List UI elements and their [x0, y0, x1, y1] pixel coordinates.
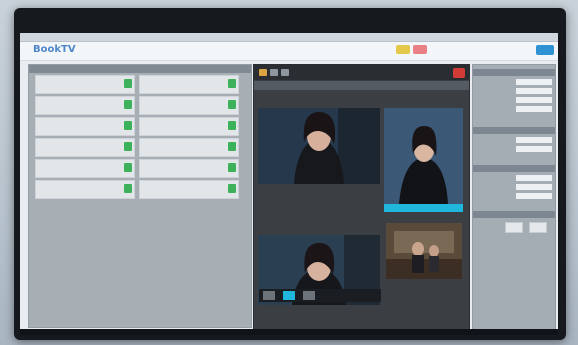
- settings-row[interactable]: [476, 175, 552, 182]
- app-screen: BookTV: [20, 33, 558, 329]
- guest-card[interactable]: [35, 159, 135, 178]
- guest-card[interactable]: [139, 159, 239, 178]
- check-icon[interactable]: [124, 142, 132, 151]
- record-icon[interactable]: [453, 68, 465, 78]
- row-value-field[interactable]: [516, 137, 552, 143]
- row-value-field[interactable]: [516, 184, 552, 190]
- bottom-bezel: [20, 329, 558, 335]
- row-value-field[interactable]: [516, 106, 552, 112]
- check-icon[interactable]: [228, 79, 236, 88]
- settings-section-header: [473, 69, 555, 76]
- video-toolbar: [254, 65, 469, 80]
- row-value-field[interactable]: [516, 175, 552, 181]
- settings-row[interactable]: [476, 79, 552, 86]
- check-icon[interactable]: [228, 100, 236, 109]
- settings-button[interactable]: [529, 222, 547, 233]
- guest-card[interactable]: [139, 117, 239, 136]
- microphone-icon[interactable]: [281, 69, 289, 76]
- check-icon[interactable]: [228, 121, 236, 130]
- settings-section-header: [473, 211, 555, 218]
- camera-icon[interactable]: [270, 69, 278, 76]
- settings-section-header: [473, 127, 555, 134]
- main-video-feed[interactable]: [258, 108, 380, 184]
- preview-video-feed[interactable]: [384, 108, 463, 204]
- check-icon[interactable]: [124, 121, 132, 130]
- check-icon[interactable]: [124, 184, 132, 193]
- studio-image: [386, 223, 462, 279]
- secondary-video-feed[interactable]: [386, 223, 462, 279]
- top-header: BookTV: [20, 42, 558, 61]
- guest-card[interactable]: [35, 75, 135, 94]
- status-badge-red: [413, 45, 427, 54]
- thumbnail[interactable]: [303, 291, 315, 300]
- video-switcher: [253, 64, 470, 329]
- window-titlebar: [20, 33, 558, 42]
- status-badge-yellow: [396, 45, 410, 54]
- guest-panel-header: [29, 65, 251, 73]
- video-subbar: [254, 81, 469, 90]
- row-value-field[interactable]: [516, 146, 552, 152]
- settings-row[interactable]: [476, 146, 552, 153]
- header-action-button[interactable]: [536, 45, 554, 55]
- thumbnail[interactable]: [263, 291, 275, 300]
- check-icon[interactable]: [228, 142, 236, 151]
- settings-row[interactable]: [476, 88, 552, 95]
- guest-card[interactable]: [35, 138, 135, 157]
- check-icon[interactable]: [124, 100, 132, 109]
- row-value-field[interactable]: [516, 97, 552, 103]
- guest-card[interactable]: [35, 96, 135, 115]
- app-logo[interactable]: BookTV: [33, 44, 76, 55]
- thumbnail-bar: [259, 289, 381, 302]
- settings-row[interactable]: [476, 184, 552, 191]
- layout-icon[interactable]: [259, 69, 267, 76]
- guest-panel: [28, 64, 252, 328]
- settings-panel: [472, 64, 556, 329]
- guest-card[interactable]: [139, 75, 239, 94]
- settings-section-header: [473, 165, 555, 172]
- selected-feed-strip[interactable]: [384, 204, 463, 212]
- presenter-image: [258, 108, 380, 184]
- guest-card[interactable]: [35, 117, 135, 136]
- guest-card[interactable]: [139, 138, 239, 157]
- row-value-field[interactable]: [516, 88, 552, 94]
- guest-card[interactable]: [139, 96, 239, 115]
- check-icon[interactable]: [124, 79, 132, 88]
- guest-card[interactable]: [35, 180, 135, 199]
- row-value-field[interactable]: [516, 79, 552, 85]
- check-icon[interactable]: [228, 184, 236, 193]
- settings-row[interactable]: [476, 137, 552, 144]
- settings-row[interactable]: [476, 193, 552, 200]
- settings-row[interactable]: [476, 97, 552, 104]
- guest-card[interactable]: [139, 180, 239, 199]
- check-icon[interactable]: [228, 163, 236, 172]
- row-value-field[interactable]: [516, 193, 552, 199]
- check-icon[interactable]: [124, 163, 132, 172]
- settings-row[interactable]: [476, 106, 552, 113]
- presenter-image: [384, 108, 463, 204]
- thumbnail[interactable]: [283, 291, 295, 300]
- settings-button[interactable]: [505, 222, 523, 233]
